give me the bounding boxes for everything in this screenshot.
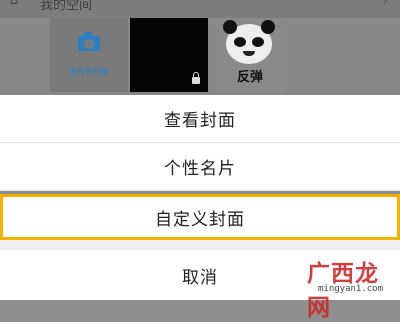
sheet-separator [0,240,400,250]
locked-cover-tile [130,18,208,92]
watermark-url: mingyan1.com [318,284,384,294]
post-new-tile: 发布新鲜事 [50,18,128,92]
personal-card-option[interactable]: 个性名片 [0,143,400,190]
post-new-label: 发布新鲜事 [69,67,109,76]
custom-cover-option[interactable]: 自定义封面 [0,194,400,240]
lock-icon [192,72,200,84]
view-cover-option[interactable]: 查看封面 [0,95,400,142]
panda-face-image [223,20,275,64]
background-page-title: 我的空间 [40,0,93,13]
background-header: ⌂ 我的空间 › [0,0,400,18]
home-icon: ⌂ [10,0,19,8]
chevron-right-icon: › [382,0,388,9]
panda-caption: 反弹 [236,70,263,85]
panda-sticker-tile: 反弹 [216,18,284,92]
divider [0,190,400,191]
camera-icon [78,32,100,51]
